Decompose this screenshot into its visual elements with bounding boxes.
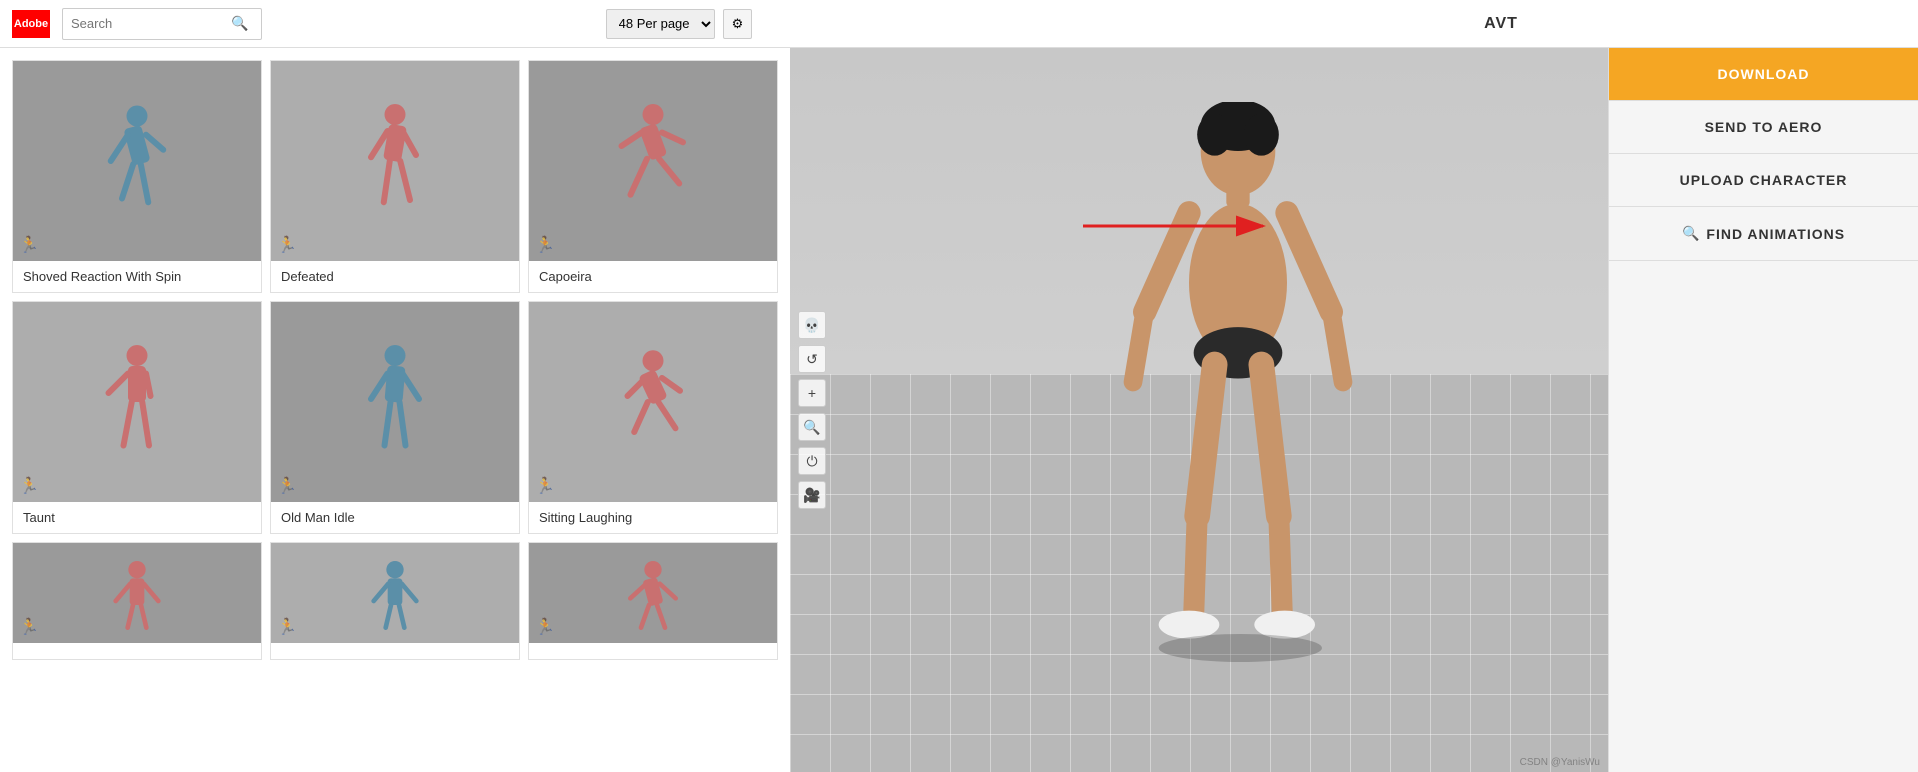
zoom-button[interactable]: 🔍: [798, 413, 826, 441]
skull-button[interactable]: 💀: [798, 311, 826, 339]
run-icon: 🏃: [535, 235, 555, 255]
settings-button[interactable]: ⚙: [723, 9, 753, 39]
animation-thumb: 🏃: [271, 61, 519, 261]
reset-button[interactable]: ↺: [798, 345, 826, 373]
run-icon: 🏃: [19, 235, 39, 255]
animation-card[interactable]: 🏃: [12, 542, 262, 660]
download-button[interactable]: DOWNLOAD: [1609, 48, 1918, 101]
animation-grid: 🏃 Shoved Reaction With Spin: [0, 48, 790, 672]
per-page-select[interactable]: 48 Per page 24 Per page 96 Per page: [606, 9, 715, 39]
viewer-toolbar: 💀 ↺ + 🔍 ⏻ 🎥: [798, 311, 826, 509]
search-container: 🔍: [62, 8, 262, 40]
viewer-watermark: CSDN @YanisWu: [1520, 757, 1600, 768]
animation-card[interactable]: 🏃 Shoved Reaction With Spin: [12, 60, 262, 293]
find-animations-button[interactable]: 🔍 FIND ANIMATIONS: [1609, 207, 1918, 261]
animation-thumb: 🏃: [13, 543, 261, 643]
find-anim-icon: 🔍: [1682, 225, 1700, 242]
action-panel: DOWNLOAD SEND TO AERO UPLOAD CHARACTER 🔍…: [1608, 48, 1918, 772]
run-icon: 🏃: [535, 617, 555, 637]
animation-thumb: 🏃: [529, 61, 777, 261]
card-label: Sitting Laughing: [529, 502, 777, 533]
animation-card[interactable]: 🏃 Defeated: [270, 60, 520, 293]
card-label: [13, 643, 261, 659]
animation-card[interactable]: 🏃 Capoeira: [528, 60, 778, 293]
card-label: Capoeira: [529, 261, 777, 292]
card-label: Defeated: [271, 261, 519, 292]
animation-thumb: 🏃: [529, 543, 777, 643]
run-icon: 🏃: [277, 235, 297, 255]
run-icon: 🏃: [277, 617, 297, 637]
power-button[interactable]: ⏻: [798, 447, 826, 475]
animation-thumb: 🏃: [13, 302, 261, 502]
adobe-logo: Adobe: [12, 10, 50, 38]
upload-character-button[interactable]: UPLOAD CHARACTER: [1609, 154, 1918, 207]
card-label: [529, 643, 777, 659]
card-label: Taunt: [13, 502, 261, 533]
card-label: Old Man Idle: [271, 502, 519, 533]
animation-thumb: 🏃: [13, 61, 261, 261]
animation-panel[interactable]: 🏃 Shoved Reaction With Spin: [0, 48, 790, 772]
viewer-panel: 💀 ↺ + 🔍 ⏻ 🎥: [790, 48, 1608, 772]
search-button[interactable]: 🔍: [231, 15, 248, 32]
run-icon: 🏃: [535, 476, 555, 496]
run-icon: 🏃: [19, 476, 39, 496]
add-button[interactable]: +: [798, 379, 826, 407]
top-bar: Adobe 🔍 48 Per page 24 Per page 96 Per p…: [0, 0, 1918, 48]
main-content: 🏃 Shoved Reaction With Spin: [0, 48, 1918, 772]
camera-button[interactable]: 🎥: [798, 481, 826, 509]
card-label: [271, 643, 519, 659]
run-icon: 🏃: [277, 476, 297, 496]
animation-thumb: 🏃: [529, 302, 777, 502]
top-bar-center: 48 Per page 24 Per page 96 Per page ⚙: [274, 9, 1084, 39]
animation-thumb: 🏃: [271, 302, 519, 502]
animation-card[interactable]: 🏃 Sitting Laughing: [528, 301, 778, 534]
card-label: Shoved Reaction With Spin: [13, 261, 261, 292]
search-input[interactable]: [71, 16, 231, 31]
animation-card[interactable]: 🏃: [528, 542, 778, 660]
animation-card[interactable]: 🏃: [270, 542, 520, 660]
animation-card[interactable]: 🏃 Old Man Idle: [270, 301, 520, 534]
viewer-canvas[interactable]: 💀 ↺ + 🔍 ⏻ 🎥: [790, 48, 1608, 772]
run-icon: 🏃: [19, 617, 39, 637]
animation-card[interactable]: 🏃 Taunt: [12, 301, 262, 534]
send-to-aero-button[interactable]: SEND TO AERO: [1609, 101, 1918, 154]
avt-title: AVT: [1096, 15, 1906, 33]
character-figure: [1128, 88, 1448, 712]
animation-thumb: 🏃: [271, 543, 519, 643]
